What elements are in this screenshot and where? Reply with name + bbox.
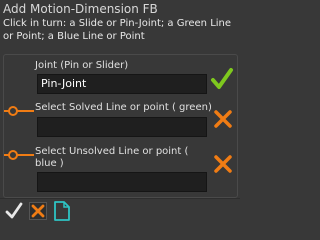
unsolved-line-field[interactable]	[37, 172, 207, 192]
selection-panel: Joint (Pin or Slider) Pin-Joint Select S…	[3, 54, 238, 198]
toolbar-divider	[0, 198, 240, 199]
ok-check-icon[interactable]	[5, 202, 23, 220]
cross-icon	[213, 109, 233, 129]
solved-line-label: Select Solved Line or point ( green)	[35, 102, 212, 113]
check-icon	[210, 67, 234, 91]
unsolved-line-label: Select Unsolved Line or point ( blue )	[35, 146, 189, 169]
cancel-cross-icon[interactable]	[29, 202, 47, 220]
line-select-icon[interactable]	[4, 149, 34, 161]
joint-label: Joint (Pin or Slider)	[35, 60, 129, 71]
dialog-title: Add Motion-Dimension FB	[3, 2, 158, 16]
solved-line-field[interactable]	[37, 117, 207, 137]
new-document-icon[interactable]	[53, 201, 71, 221]
instructions-text: Click in turn: a Slide or Pin-Joint; a G…	[3, 18, 232, 42]
cross-icon	[213, 154, 233, 174]
joint-field[interactable]: Pin-Joint	[37, 74, 207, 94]
line-select-icon[interactable]	[4, 105, 34, 117]
